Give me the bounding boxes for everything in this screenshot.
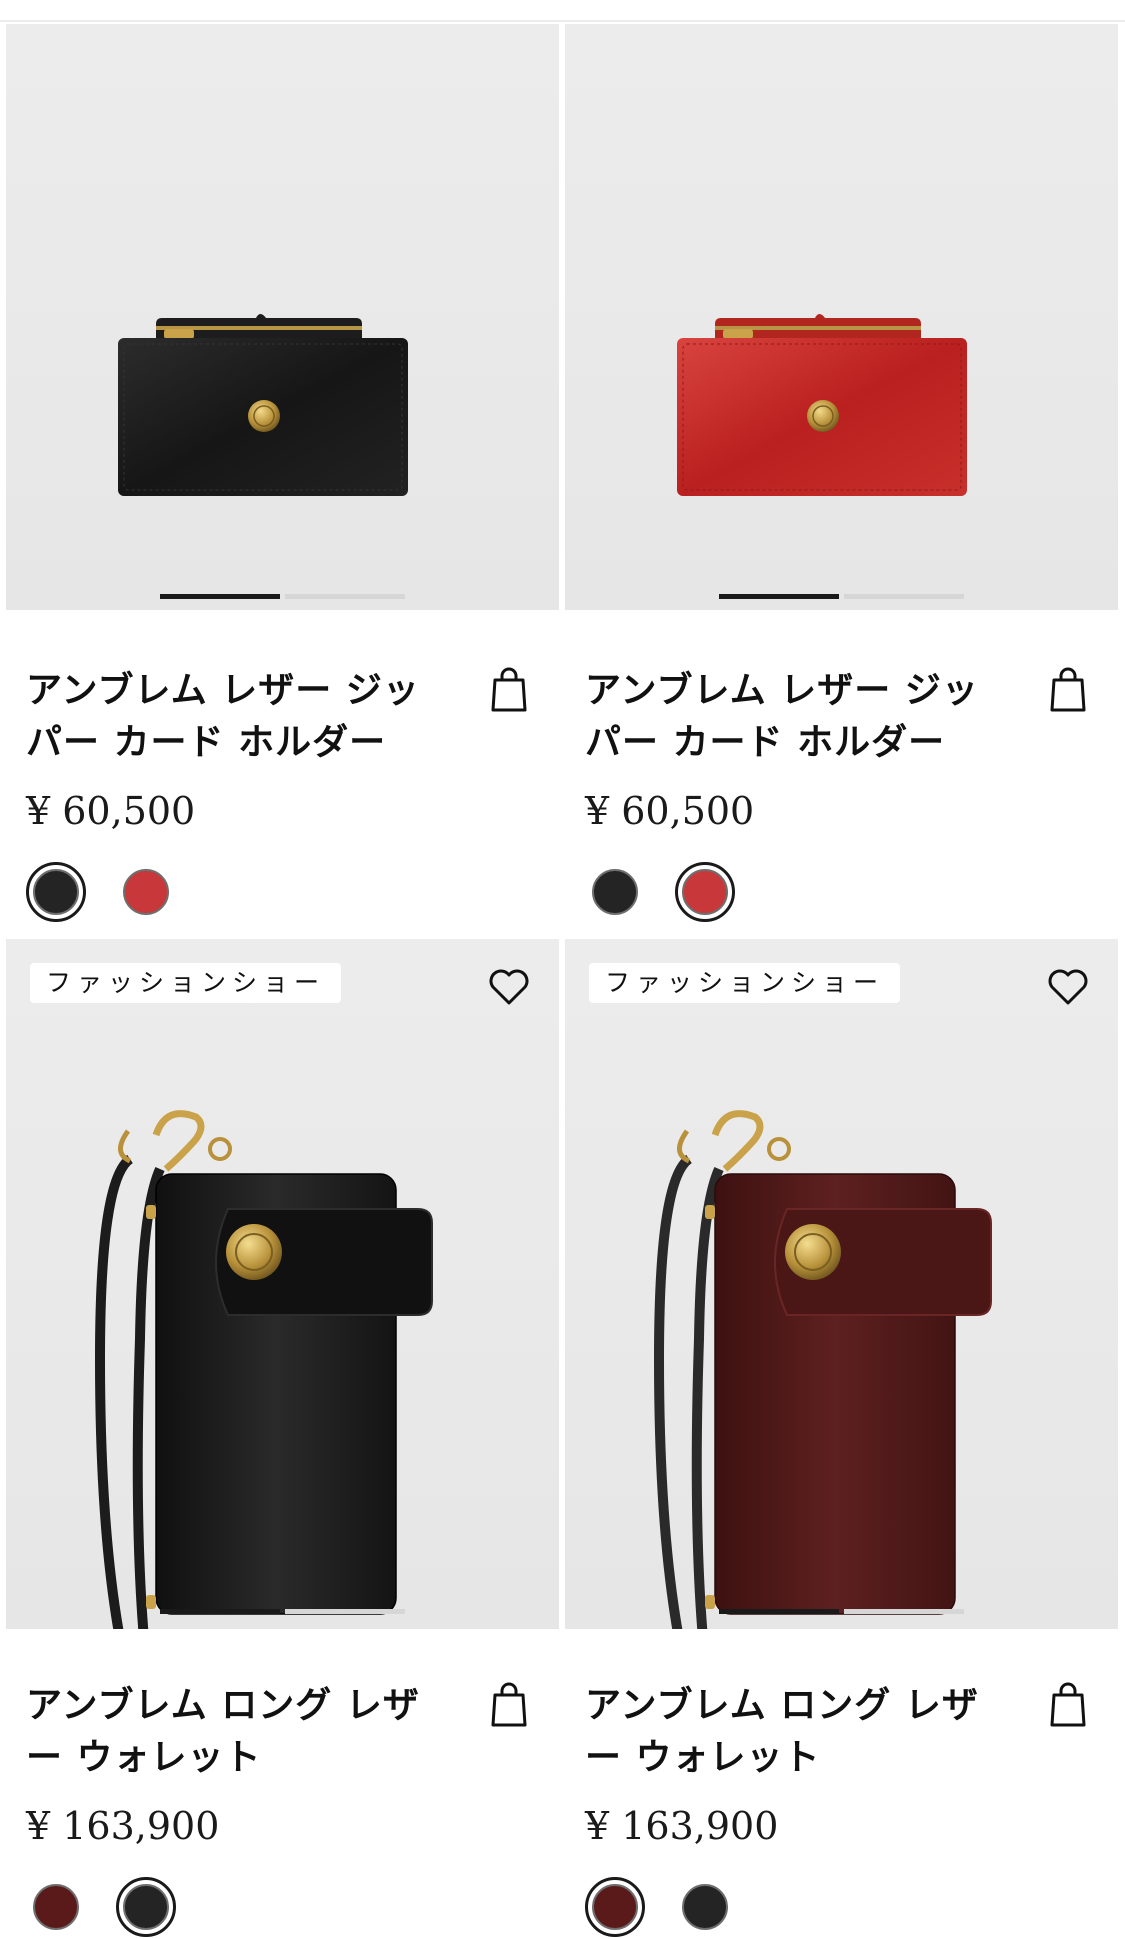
- shopping-bag-icon[interactable]: [1048, 666, 1088, 714]
- carousel-dot-active[interactable]: [160, 1609, 280, 1614]
- product-card[interactable]: アンブレム レザー ジッパー カード ホルダー ¥ 60,500: [565, 24, 1118, 939]
- carousel-indicator: [719, 1609, 964, 1614]
- color-swatches: [585, 860, 765, 924]
- product-card[interactable]: アンブレム レザー ジッパー カード ホルダー ¥ 60,500: [6, 24, 559, 939]
- product-price: ¥ 163,900: [26, 1804, 220, 1848]
- product-price: ¥ 163,900: [585, 1804, 779, 1848]
- wallet-burgundy-image: [653, 1110, 992, 1629]
- carousel-dot-active[interactable]: [719, 1609, 839, 1614]
- fashion-show-badge: ファッションショー: [30, 963, 342, 1003]
- product-image[interactable]: ファッションショー: [6, 939, 559, 1629]
- top-divider: [0, 20, 1125, 22]
- color-swatches: [585, 1875, 765, 1939]
- swatch-burgundy[interactable]: [585, 1877, 645, 1937]
- swatch-black[interactable]: [26, 862, 86, 922]
- swatch-red[interactable]: [675, 862, 735, 922]
- carousel-dot[interactable]: [285, 1609, 405, 1614]
- product-title[interactable]: アンブレム ロング レザー ウォレット: [26, 1679, 456, 1783]
- carousel-indicator: [160, 1609, 405, 1614]
- carousel-dot[interactable]: [285, 594, 405, 599]
- product-image[interactable]: [565, 24, 1118, 610]
- product-price: ¥ 60,500: [26, 789, 196, 833]
- product-title[interactable]: アンブレム ロング レザー ウォレット: [585, 1679, 1015, 1783]
- product-image[interactable]: ファッションショー: [565, 939, 1118, 1629]
- product-price: ¥ 60,500: [585, 789, 755, 833]
- swatch-black[interactable]: [585, 862, 645, 922]
- swatch-black-fill: [123, 1884, 169, 1930]
- swatch-red-fill: [682, 869, 728, 915]
- product-card[interactable]: ファッションショー アンブレム ロング レザー ウォレット ¥ 163,900: [565, 939, 1118, 1939]
- product-card[interactable]: ファッションショー アンブレム ロング レザー ウォレット ¥ 163,900: [6, 939, 559, 1939]
- swatch-black-fill: [682, 1884, 728, 1930]
- wallet-black-image: [94, 1110, 433, 1629]
- swatch-burgundy-fill: [33, 1884, 79, 1930]
- product-title[interactable]: アンブレム レザー ジッパー カード ホルダー: [26, 664, 456, 768]
- carousel-dot[interactable]: [844, 594, 964, 599]
- carousel-indicator: [719, 594, 964, 599]
- heart-icon[interactable]: [485, 963, 533, 1011]
- swatch-black[interactable]: [675, 1877, 735, 1937]
- swatch-red-fill: [123, 869, 169, 915]
- shopping-bag-icon[interactable]: [1048, 1681, 1088, 1729]
- swatch-black-fill: [592, 869, 638, 915]
- swatch-burgundy[interactable]: [26, 1877, 86, 1937]
- card-holder-black-image: [118, 314, 408, 496]
- swatch-red[interactable]: [116, 862, 176, 922]
- heart-icon[interactable]: [1044, 963, 1092, 1011]
- swatch-burgundy-fill: [592, 1884, 638, 1930]
- shopping-bag-icon[interactable]: [489, 666, 529, 714]
- color-swatches: [26, 1875, 206, 1939]
- color-swatches: [26, 860, 206, 924]
- carousel-dot[interactable]: [844, 1609, 964, 1614]
- card-holder-red-image: [677, 314, 967, 496]
- swatch-black[interactable]: [116, 1877, 176, 1937]
- carousel-dot-active[interactable]: [719, 594, 839, 599]
- swatch-black-fill: [33, 869, 79, 915]
- fashion-show-badge: ファッションショー: [589, 963, 901, 1003]
- carousel-dot-active[interactable]: [160, 594, 280, 599]
- product-image[interactable]: [6, 24, 559, 610]
- shopping-bag-icon[interactable]: [489, 1681, 529, 1729]
- product-title[interactable]: アンブレム レザー ジッパー カード ホルダー: [585, 664, 1015, 768]
- carousel-indicator: [160, 594, 405, 599]
